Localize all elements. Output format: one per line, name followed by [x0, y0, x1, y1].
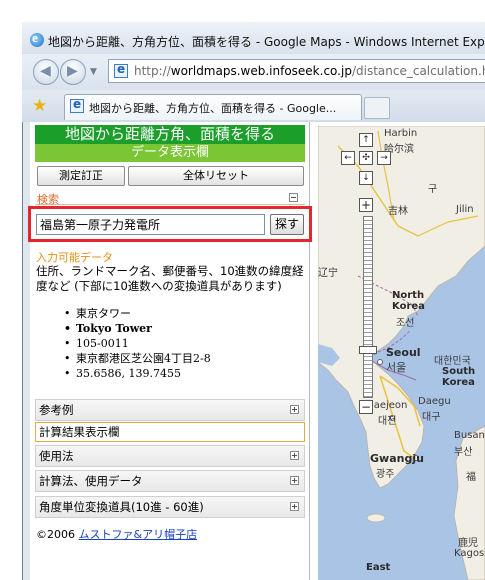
expand-icon[interactable] [290, 476, 299, 485]
zoom-slider-handle[interactable] [359, 346, 377, 354]
map-label-daegu: Daegu [418, 396, 451, 407]
list-item: 東京都港区芝公園4丁目2-8 [64, 351, 211, 366]
expand-icon[interactable] [290, 405, 299, 414]
section-examples[interactable]: 参考例 [35, 399, 305, 421]
map-label-gwangju: Gwangju [370, 452, 424, 465]
list-item: 105-0011 [64, 336, 211, 351]
map-view[interactable]: Harbin 哈尔滨 吉林 Jilin 구 辽宁 North Korea 조선 … [318, 126, 485, 580]
section-angle-converter[interactable]: 角度単位変換道具(10進 - 60進) [35, 496, 305, 518]
pan-south-button[interactable]: ↓ [359, 171, 373, 185]
map-label-north-korea-k: 조선 [396, 318, 415, 329]
map-label-seoul-k: 서울 [386, 361, 407, 374]
section-label: 使用法 [39, 449, 74, 463]
search-section-header[interactable] [35, 190, 305, 205]
pan-east-button[interactable]: → [377, 151, 391, 165]
list-item: 東京タワー [64, 306, 211, 321]
zoom-slider-track[interactable] [363, 216, 373, 398]
pan-north-button[interactable]: ↑ [359, 133, 373, 147]
section-label: 参考例 [39, 403, 74, 417]
section-usage[interactable]: 使用法 [35, 445, 305, 467]
map-label-region: 辽宁 [318, 268, 338, 279]
map-label-busan: Busan [454, 430, 485, 441]
page-icon [114, 62, 128, 78]
map-label-seoul: Seoul [386, 346, 421, 359]
reset-all-button[interactable]: 全体リセット [128, 166, 304, 186]
search-label: 検索 [37, 193, 59, 206]
forward-button[interactable]: ▶ [60, 59, 86, 85]
map-label-fukuoka: 福 [466, 472, 476, 483]
map-label-daejeon-k: 대전 [378, 416, 397, 427]
expand-icon[interactable] [290, 502, 299, 511]
input-data-title: 入力可能データ [36, 251, 113, 264]
map-label-north-korea: North Korea [392, 290, 425, 312]
section-label: 角度単位変換道具(10進 - 60進) [39, 500, 204, 514]
copyright: ©2006 ムストファ&アリ帽子店 [36, 528, 198, 541]
history-dropdown-icon[interactable]: ▼ [90, 67, 97, 77]
map-label-jilin: Jilin [456, 204, 474, 215]
example-list: 東京タワー Tokyo Tower 105-0011 東京都港区芝公園4丁目2-… [64, 306, 211, 381]
map-label-south-korea: South Korea [442, 366, 476, 388]
window-title: 地図から距離、方角方位、面積を得る - Google Maps - Window… [48, 35, 485, 49]
map-label-harbin: Harbin [384, 128, 418, 139]
map-label-east: East [366, 562, 391, 573]
map-label-gwangju-k: 광주 [376, 469, 395, 480]
zoom-out-button[interactable]: − [359, 400, 373, 414]
list-item: Tokyo Tower [64, 321, 211, 336]
sidebar-subtitle: データ表示欄 [35, 144, 305, 162]
map-label-jilin-kanji: 吉林 [388, 206, 408, 217]
back-button[interactable]: ◀ [33, 59, 59, 85]
result-display: 計算結果表示欄 [35, 422, 305, 442]
tab-title[interactable]: 地図から距離、方角方位、面積を得る - Google... [89, 100, 336, 116]
map-label-fragment: 구 [428, 184, 438, 195]
expand-icon[interactable] [290, 451, 299, 460]
map-label-south-korea-k: 대한민국 [434, 356, 471, 367]
pan-center-button[interactable]: ✣ [359, 151, 373, 165]
forward-arrow-icon: ▶ [67, 63, 78, 79]
favorites-star-icon[interactable]: ★ [32, 96, 47, 116]
back-arrow-icon: ◀ [40, 63, 51, 79]
input-data-description: 住所、ランドマーク名、郵便番号、10進数の緯度経度など (下部に10進数への変換… [36, 264, 304, 293]
ie-icon [30, 30, 44, 47]
highlight-box [28, 206, 312, 242]
section-calculation[interactable]: 計算法、使用データ [35, 470, 305, 492]
measure-correct-button[interactable]: 測定訂正 [37, 166, 125, 186]
new-tab-button[interactable] [364, 97, 390, 119]
section-label: 計算法、使用データ [39, 474, 143, 488]
address-url[interactable]: http://worldmaps.web.infoseek.co.jp/dist… [134, 64, 485, 78]
map-label-busan-k: 부산 [454, 447, 473, 458]
map-label-kagoshima: Kagos [454, 548, 485, 559]
sidebar-title: 地図から距離方角、面積を得る [35, 125, 305, 144]
tab-page-icon [70, 97, 84, 113]
copyright-link[interactable]: ムストファ&アリ帽子店 [79, 528, 198, 541]
collapse-icon[interactable] [289, 193, 298, 202]
map-label-daegu-k: 대구 [422, 412, 441, 423]
zoom-in-button[interactable]: + [359, 198, 373, 212]
pan-west-button[interactable]: ← [341, 151, 355, 165]
list-item: 35.6586, 139.7455 [64, 366, 211, 381]
map-label-kagoshima-k: 鹿児 [458, 538, 478, 549]
